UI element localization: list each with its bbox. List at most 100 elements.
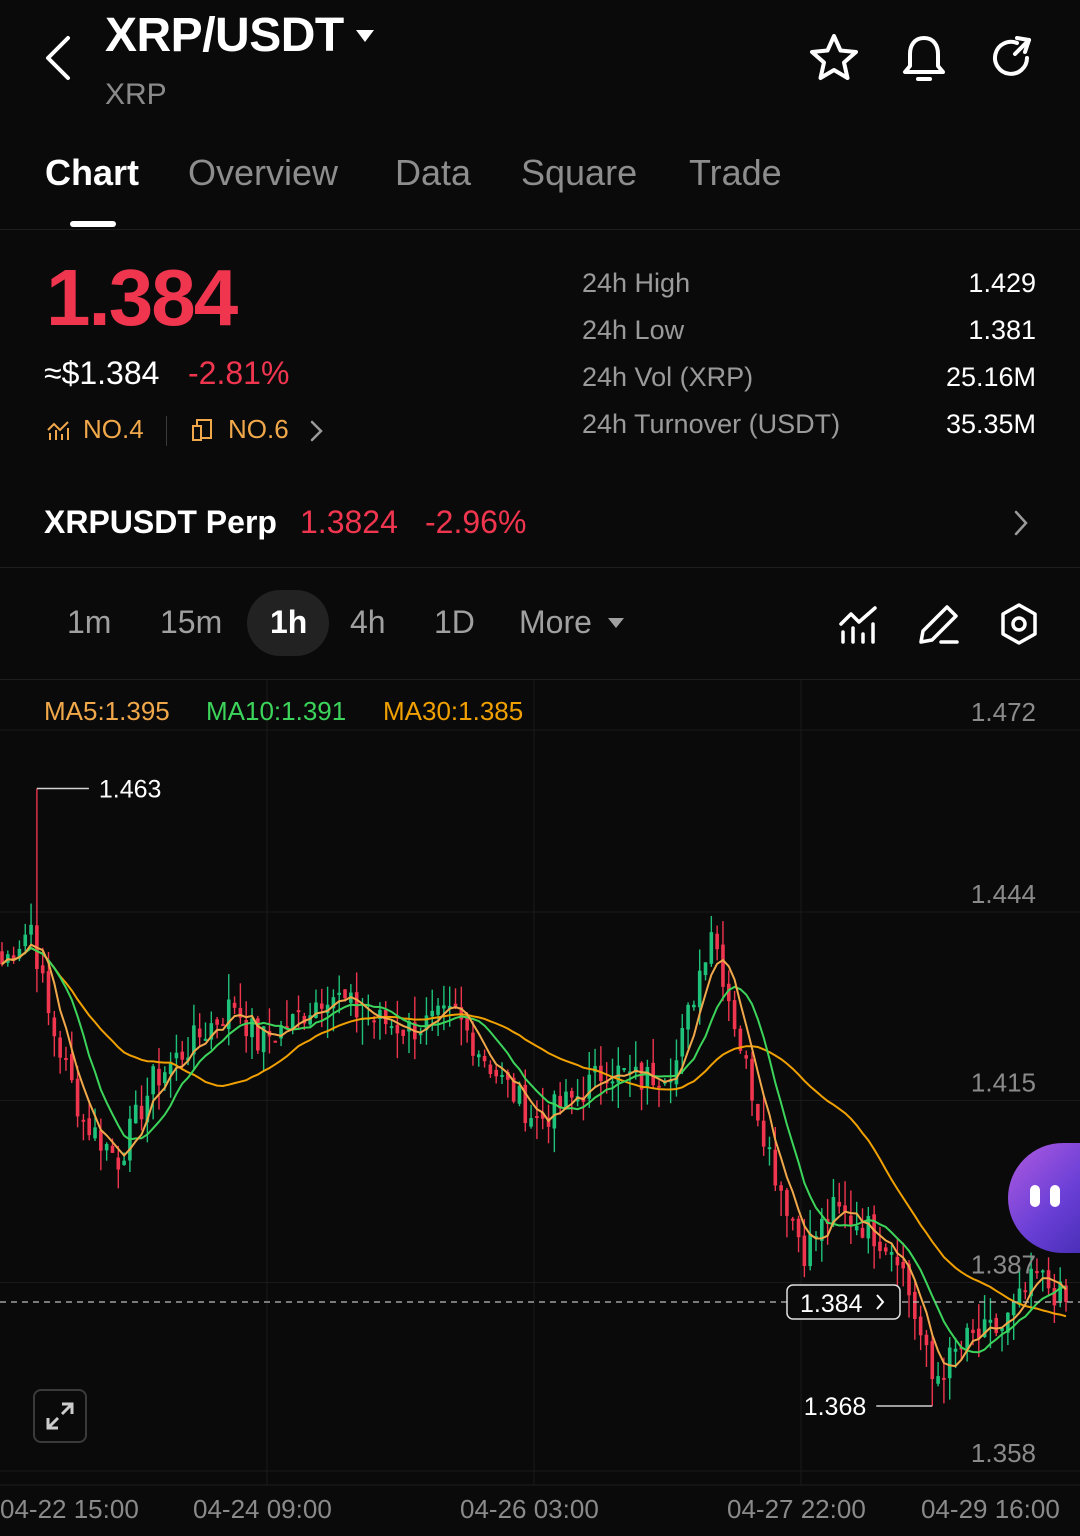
more-dropdown-icon[interactable]: [606, 616, 626, 630]
candle-body: [878, 1241, 882, 1252]
fullscreen-button[interactable]: [33, 1389, 87, 1443]
share-icon[interactable]: [987, 32, 1039, 84]
settings-gear-icon[interactable]: [997, 602, 1041, 646]
candle-body: [883, 1247, 888, 1252]
ma30-value: MA30:1.385: [383, 696, 524, 726]
candle-body: [58, 1037, 62, 1058]
candle-body: [645, 1067, 650, 1088]
tab-chart[interactable]: Chart: [45, 152, 139, 194]
candle-body: [116, 1157, 121, 1170]
candle-body: [744, 1055, 749, 1059]
rank-volume[interactable]: NO.6: [228, 414, 289, 445]
star-icon[interactable]: [808, 32, 860, 84]
candle-body: [99, 1130, 103, 1151]
candle-body: [122, 1160, 126, 1166]
chevron-right-icon[interactable]: [306, 418, 326, 444]
candle-body: [988, 1319, 993, 1323]
candle-body: [732, 1000, 737, 1030]
rank-gainer[interactable]: NO.4: [83, 414, 144, 445]
candle-body: [215, 1019, 219, 1025]
draw-pencil-icon[interactable]: [917, 602, 961, 646]
candle-body: [913, 1291, 917, 1319]
x-tick-label: 04-29 16:00: [921, 1494, 1060, 1524]
candle-body: [1040, 1270, 1045, 1273]
usd-price: ≈$1.384: [44, 355, 160, 391]
candle-body: [860, 1227, 865, 1238]
candle-body: [703, 962, 708, 976]
candle-body: [389, 1026, 394, 1029]
y-tick-label: 1.444: [971, 879, 1036, 909]
pair-dropdown-icon[interactable]: [354, 28, 376, 44]
candle-body: [680, 1028, 685, 1057]
timeframe-more[interactable]: More: [519, 604, 592, 641]
stat-label-high: 24h High: [582, 268, 691, 298]
candle-body: [93, 1127, 97, 1139]
candle-body: [942, 1377, 946, 1380]
tab-overview[interactable]: Overview: [188, 152, 338, 194]
candle-body: [162, 1072, 167, 1084]
candle-body: [232, 1002, 237, 1008]
ma5-value: MA5:1.395: [44, 696, 170, 726]
candle-body: [494, 1069, 499, 1077]
candle-body: [157, 1068, 161, 1086]
candle-body: [569, 1090, 574, 1098]
candle-body: [930, 1341, 935, 1380]
timeframe-1d[interactable]: 1D: [434, 604, 475, 641]
candle-body: [343, 989, 347, 999]
candle-body: [273, 1040, 278, 1043]
chart-rank-icon: [47, 421, 69, 440]
tab-trade[interactable]: Trade: [689, 152, 782, 194]
perp-chevron-right-icon[interactable]: [1010, 508, 1032, 538]
x-tick-label: 04-26 03:00: [460, 1494, 599, 1524]
candle-body: [965, 1327, 969, 1349]
candle-body: [197, 1028, 202, 1038]
candle-body: [651, 1062, 655, 1086]
candle-body: [936, 1376, 940, 1384]
bell-icon[interactable]: [898, 32, 950, 84]
indicator-icon[interactable]: [837, 602, 881, 646]
candle-body: [104, 1144, 109, 1151]
candle-body: [953, 1348, 958, 1352]
candle-body: [337, 992, 342, 995]
tab-data[interactable]: Data: [395, 152, 471, 194]
timeframe-15m[interactable]: 15m: [160, 604, 222, 641]
candle-body: [52, 1017, 57, 1037]
candle-body: [697, 970, 702, 1008]
timeframe-1h[interactable]: 1h: [270, 604, 307, 641]
candle-body: [290, 1014, 295, 1029]
stat-value-high: 1.429: [968, 268, 1036, 298]
candle-body: [1023, 1290, 1028, 1293]
candle-body: [773, 1149, 778, 1186]
candle-body: [901, 1261, 906, 1269]
y-tick-label: 1.358: [971, 1438, 1036, 1468]
timeframe-4h[interactable]: 4h: [350, 604, 386, 641]
x-tick-label: 04-24 09:00: [193, 1494, 332, 1524]
stat-value-volume: 25.16M: [945, 362, 1036, 392]
perp-name[interactable]: XRPUSDT Perp: [44, 504, 277, 541]
candle-body: [808, 1233, 812, 1267]
candle-body: [372, 1020, 376, 1023]
candle-body: [180, 1051, 185, 1060]
pair-title[interactable]: XRP/USDT: [105, 8, 344, 63]
candle-body: [133, 1104, 138, 1124]
candlestick-chart[interactable]: 1.472 1.444 1.415 1.387 1.358 1.384 1.463 1.368: [0, 680, 1080, 1510]
timeframe-1m[interactable]: 1m: [67, 604, 111, 641]
x-tick-label: 04-22 15:00: [0, 1494, 139, 1524]
candle-body: [994, 1318, 999, 1333]
copy-rank-icon: [192, 419, 212, 441]
candle-body: [802, 1235, 807, 1266]
candle-body: [767, 1147, 772, 1150]
candle-body: [500, 1074, 504, 1077]
candle-body: [779, 1185, 783, 1191]
candle-body: [29, 924, 33, 935]
candle-body: [69, 1054, 74, 1081]
candle-body: [87, 1118, 92, 1136]
candle-body: [471, 1032, 475, 1056]
candle-body: [854, 1225, 859, 1231]
divider: [0, 229, 1080, 230]
candle-body: [151, 1066, 155, 1095]
candle-body: [529, 1118, 533, 1127]
back-arrow-icon[interactable]: [40, 32, 80, 84]
tab-square[interactable]: Square: [521, 152, 637, 194]
expand-arrows-icon: [46, 1402, 74, 1430]
